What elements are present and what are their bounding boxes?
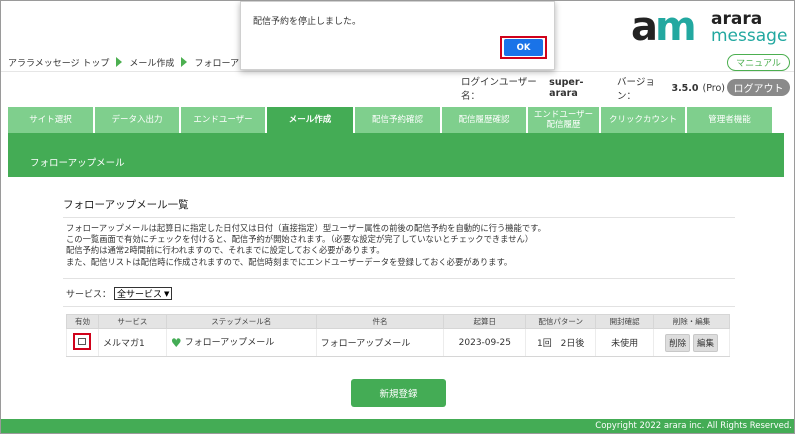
table-header-row: 有効 サービス ステップメール名 件名 起算日 配信パターン 開封確認 削除・編…	[66, 314, 730, 329]
tab-admin[interactable]: 管理者機能	[687, 107, 772, 133]
pattern-days: 2日後	[560, 339, 585, 349]
footer: Copyright 2022 arara inc. All Rights Res…	[1, 419, 794, 433]
followup-table: 有効 サービス ステップメール名 件名 起算日 配信パターン 開封確認 削除・編…	[66, 314, 730, 357]
dialog-message: 配信予約を停止しました。	[253, 17, 362, 27]
breadcrumb-top[interactable]: アララメッセージ トップ	[8, 56, 109, 69]
logo-text-arara: arara	[711, 9, 763, 29]
description-line: フォローアップメールは起算日に指定した日付又は日付（直接指定）型ユーザー属性の前…	[66, 223, 546, 233]
breadcrumb-mail-create[interactable]: メール作成	[129, 56, 174, 69]
col-step-name: ステップメール名	[165, 314, 317, 329]
delete-button[interactable]: 削除	[665, 333, 691, 352]
step-name-cell: ♥ フォローアップメール	[165, 328, 317, 357]
enabled-cell	[66, 328, 99, 357]
chevron-right-icon	[116, 57, 123, 67]
ok-button[interactable]: OK	[504, 39, 543, 56]
pattern-count: 1回	[537, 339, 552, 349]
col-enabled: 有効	[66, 314, 99, 329]
logo-text-message: message	[711, 26, 788, 46]
tab-end-user[interactable]: エンドユーザー	[181, 107, 265, 133]
section-subtitle: フォローアップメール	[30, 158, 125, 169]
login-label: ログインユーザー名：	[461, 77, 537, 102]
col-open-check: 開封確認	[595, 314, 655, 329]
logo-mark: am	[631, 4, 697, 50]
service-select[interactable]: 全サービス ▼	[114, 287, 173, 300]
tab-enduser-delivery-history[interactable]: エンドユーザー 配信履歴	[528, 107, 599, 133]
divider	[63, 306, 735, 307]
table-row: メルマガ1 ♥ フォローアップメール フォローアップメール 2023-09-25 …	[66, 328, 730, 357]
breadcrumb: アララメッセージ トップ メール作成 フォローアッ	[8, 55, 248, 69]
tab-delivery-reservation[interactable]: 配信予約確認	[355, 107, 440, 133]
tab-mail-create[interactable]: メール作成	[267, 107, 353, 133]
page-title: フォローアップメール一覧	[63, 199, 189, 211]
base-date-cell: 2023-09-25	[443, 328, 527, 357]
divider	[1, 71, 794, 72]
manual-button[interactable]: マニュアル	[727, 54, 790, 71]
subject-cell: フォローアップメール	[315, 328, 445, 357]
col-subject: 件名	[315, 314, 445, 329]
actions-cell: 削除 編集	[653, 328, 730, 357]
tab-delivery-history[interactable]: 配信履歴確認	[442, 107, 526, 133]
heart-icon: ♥	[170, 335, 182, 350]
copyright: Copyright 2022 arara inc. All Rights Res…	[595, 421, 792, 431]
edit-button[interactable]: 編集	[692, 333, 718, 352]
col-base-date: 起算日	[443, 314, 527, 329]
description-line: この一覧画面で有効にチェックを付けると、配信予約が開始されます。（必要な設定が完…	[66, 234, 534, 245]
service-select-value: 全サービス	[117, 290, 163, 300]
login-user: super-arara	[549, 77, 584, 99]
service-label: サービス：	[66, 290, 112, 300]
service-filter: サービス： 全サービス ▼	[66, 287, 173, 300]
main-nav: サイト選択 データ入出力 エンドユーザー メール作成 配信予約確認 配信履歴確認…	[8, 107, 772, 133]
chevron-right-icon	[181, 57, 188, 67]
version-label: バージョン：	[617, 77, 655, 102]
edition: (Pro)	[702, 82, 725, 94]
tab-site-select[interactable]: サイト選択	[8, 107, 93, 133]
service-cell: メルマガ1	[97, 328, 167, 357]
tab-data-io[interactable]: データ入出力	[95, 107, 179, 133]
register-button[interactable]: 新規登録	[351, 379, 446, 407]
divider	[63, 278, 735, 279]
open-check-cell: 未使用	[595, 328, 655, 357]
step-name-link[interactable]: フォローアップメール	[185, 338, 275, 348]
checkbox-box	[78, 337, 87, 345]
page-frame: am arara message アララメッセージ トップ メール作成 フォロー…	[0, 0, 795, 434]
enabled-checkbox[interactable]	[73, 332, 92, 350]
col-pattern: 配信パターン	[525, 314, 597, 329]
arara-logo[interactable]: am arara message	[631, 7, 791, 47]
description-line: また、配信リストは配信時に作成されますので、配信時刻までにエンドユーザーデータを…	[66, 256, 513, 267]
divider	[63, 217, 735, 218]
description-line: 配信予約は通常2時間前に行われますので、それまでに設定しておく必要があります。	[66, 245, 385, 256]
chevron-down-icon: ▼	[164, 289, 170, 298]
col-actions: 削除・編集	[653, 314, 730, 329]
logout-button[interactable]: ログアウト	[727, 79, 790, 96]
section-header-bar: フォローアップメール	[8, 133, 784, 177]
description: フォローアップメールは起算日に指定した日付又は日付（直接指定）型ユーザー属性の前…	[66, 223, 546, 268]
pattern-cell: 1回 2日後	[525, 328, 597, 357]
alert-dialog: 配信予約を停止しました。 OK	[240, 1, 555, 70]
version-number: 3.5.0	[671, 82, 699, 94]
col-service: サービス	[97, 314, 167, 329]
user-info: ログインユーザー名： super-arara バージョン： 3.5.0 (Pro)	[461, 77, 725, 102]
tab-click-count[interactable]: クリックカウント	[601, 107, 685, 133]
ok-highlight: OK	[500, 36, 547, 59]
